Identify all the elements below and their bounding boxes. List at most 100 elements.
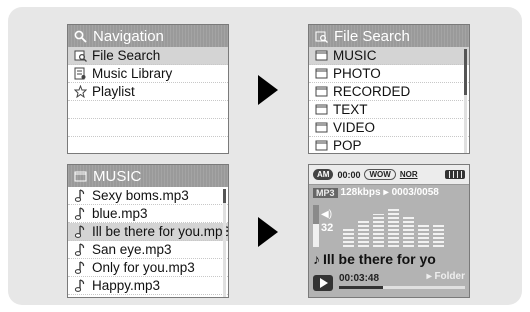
list-item-label: RECORDED xyxy=(333,84,411,99)
status-bar: AM 00:00 WOW NOR xyxy=(309,165,469,185)
file-search-header: File Search xyxy=(309,25,469,47)
menu-item-label: Music Library xyxy=(92,66,173,81)
list-item[interactable]: RECORDED xyxy=(309,83,469,101)
navigation-screen: Navigation File Search Music Library Pla… xyxy=(67,24,229,154)
list-item[interactable]: blue.mp3 xyxy=(68,205,228,223)
bitrate: 128kbps xyxy=(340,187,381,198)
elapsed-time: 00:03:48 xyxy=(339,273,380,284)
list-item-label: MUSIC xyxy=(333,48,377,63)
music-note-icon xyxy=(74,279,87,292)
equalizer-bar xyxy=(433,225,444,247)
arrow-right-icon xyxy=(258,217,278,247)
list-item-label: Only for you.mp3 xyxy=(92,260,195,275)
folder-label-text: Folder xyxy=(434,271,465,282)
list-item[interactable]: POP xyxy=(309,137,469,153)
music-folder-header: MUSIC xyxy=(68,165,228,187)
list-item-label: blue.mp3 xyxy=(92,206,148,221)
equalizer-bar xyxy=(373,214,384,247)
file-search-icon xyxy=(315,30,328,43)
list-item[interactable]: MUSIC xyxy=(309,47,469,65)
playlist-icon xyxy=(73,84,88,99)
list-item-label: POP xyxy=(333,138,362,153)
navigation-title: Navigation xyxy=(93,27,164,45)
folder-icon xyxy=(315,121,328,134)
equalizer-bar xyxy=(418,223,429,247)
music-folder-title: MUSIC xyxy=(93,167,142,185)
file-search-title: File Search xyxy=(334,27,410,45)
list-item[interactable]: Sexy boms.mp3 xyxy=(68,187,228,205)
scrollbar[interactable] xyxy=(464,49,467,153)
play-icon[interactable] xyxy=(313,275,333,291)
manual-illustration-panel: Navigation File Search Music Library Pla… xyxy=(8,7,522,305)
menu-item-file-search[interactable]: File Search xyxy=(68,47,228,65)
song-title-text: Ill be there for yo xyxy=(323,251,436,267)
music-note-icon xyxy=(74,207,87,220)
file-search-screen: File Search MUSIC PHOTO RECORDED TEXT VIDEO P… xyxy=(308,24,470,154)
speaker-icon: ◀) xyxy=(321,209,333,220)
track-info: MP3 128kbps ▸ 0003/0058 xyxy=(313,187,439,198)
music-note-icon xyxy=(74,225,87,238)
progress-bar[interactable] xyxy=(339,286,465,289)
list-item[interactable]: San eye.mp3 xyxy=(68,241,228,259)
clock: 00:00 xyxy=(337,169,361,180)
list-item-label: Happy.mp3 xyxy=(92,278,161,293)
menu-item-playlist[interactable]: Playlist xyxy=(68,83,228,101)
folder-icon xyxy=(315,139,328,152)
volume-level: 32 xyxy=(321,222,334,234)
arrow-right-icon xyxy=(258,75,278,105)
menu-item-label: File Search xyxy=(92,48,161,63)
list-item-label: Sexy boms.mp3 xyxy=(92,188,189,203)
list-item-label: San eye.mp3 xyxy=(92,242,172,257)
folder-icon xyxy=(315,67,328,80)
list-item[interactable]: Only for you.mp3 xyxy=(68,259,228,277)
volume-fill xyxy=(313,224,319,247)
battery-icon xyxy=(445,170,465,179)
list-item[interactable]: Happy.mp3 xyxy=(68,277,228,295)
empty-row xyxy=(68,119,228,137)
music-note-icon: ♪ xyxy=(313,251,320,267)
am-badge: AM xyxy=(313,169,334,180)
volume-bar[interactable] xyxy=(313,205,319,247)
playback-bar: 00:03:48 ▸ Folder xyxy=(309,271,469,297)
music-note-icon xyxy=(74,189,87,202)
menu-item-music-library[interactable]: Music Library xyxy=(68,65,228,83)
equalizer-bar xyxy=(358,221,369,247)
list-item-label: PHOTO xyxy=(333,66,381,81)
music-note-icon xyxy=(74,261,87,274)
scroll-thumb[interactable] xyxy=(223,189,226,203)
music-library-icon xyxy=(74,67,87,80)
empty-row xyxy=(68,137,228,153)
search-icon xyxy=(74,30,87,43)
now-playing-screen: AM 00:00 WOW NOR MP3 128kbps ▸ 0003/0058… xyxy=(308,164,470,298)
format-badge: MP3 xyxy=(313,187,338,198)
equalizer-bar xyxy=(388,207,399,247)
menu-item-label: Playlist xyxy=(92,84,135,99)
equalizer-bar xyxy=(403,216,414,247)
navigation-header: Navigation xyxy=(68,25,228,47)
progress-fill xyxy=(339,286,384,289)
folder-icon xyxy=(315,103,328,116)
list-item[interactable]: TEXT xyxy=(309,101,469,119)
scroll-thumb[interactable] xyxy=(464,49,467,95)
scrollbar[interactable] xyxy=(223,189,226,297)
list-item[interactable]: VIDEO xyxy=(309,119,469,137)
equalizer-display xyxy=(343,203,463,247)
folder-icon xyxy=(315,49,328,62)
empty-row xyxy=(68,101,228,119)
list-item-label: Ill be there for you.mp3 xyxy=(92,224,228,239)
list-item[interactable]: Ill be there for you.mp3 xyxy=(68,223,228,241)
music-folder-screen: MUSIC Sexy boms.mp3 blue.mp3 Ill be there … xyxy=(67,164,229,298)
music-note-icon xyxy=(74,243,87,256)
wow-badge: WOW xyxy=(364,169,396,180)
folder-label: ▸ Folder xyxy=(426,271,465,282)
list-item[interactable]: PHOTO xyxy=(309,65,469,83)
folder-icon xyxy=(315,85,328,98)
list-item-label: TEXT xyxy=(333,102,368,117)
song-title: ♪ Ill be there for yo xyxy=(313,251,469,267)
play-mode-icon: ▸ xyxy=(383,187,389,198)
track-counter: 0003/0058 xyxy=(391,187,439,198)
equalizer-bar xyxy=(343,227,354,247)
folder-icon xyxy=(74,170,87,183)
file-search-icon xyxy=(74,49,87,62)
list-item-label: VIDEO xyxy=(333,120,376,135)
